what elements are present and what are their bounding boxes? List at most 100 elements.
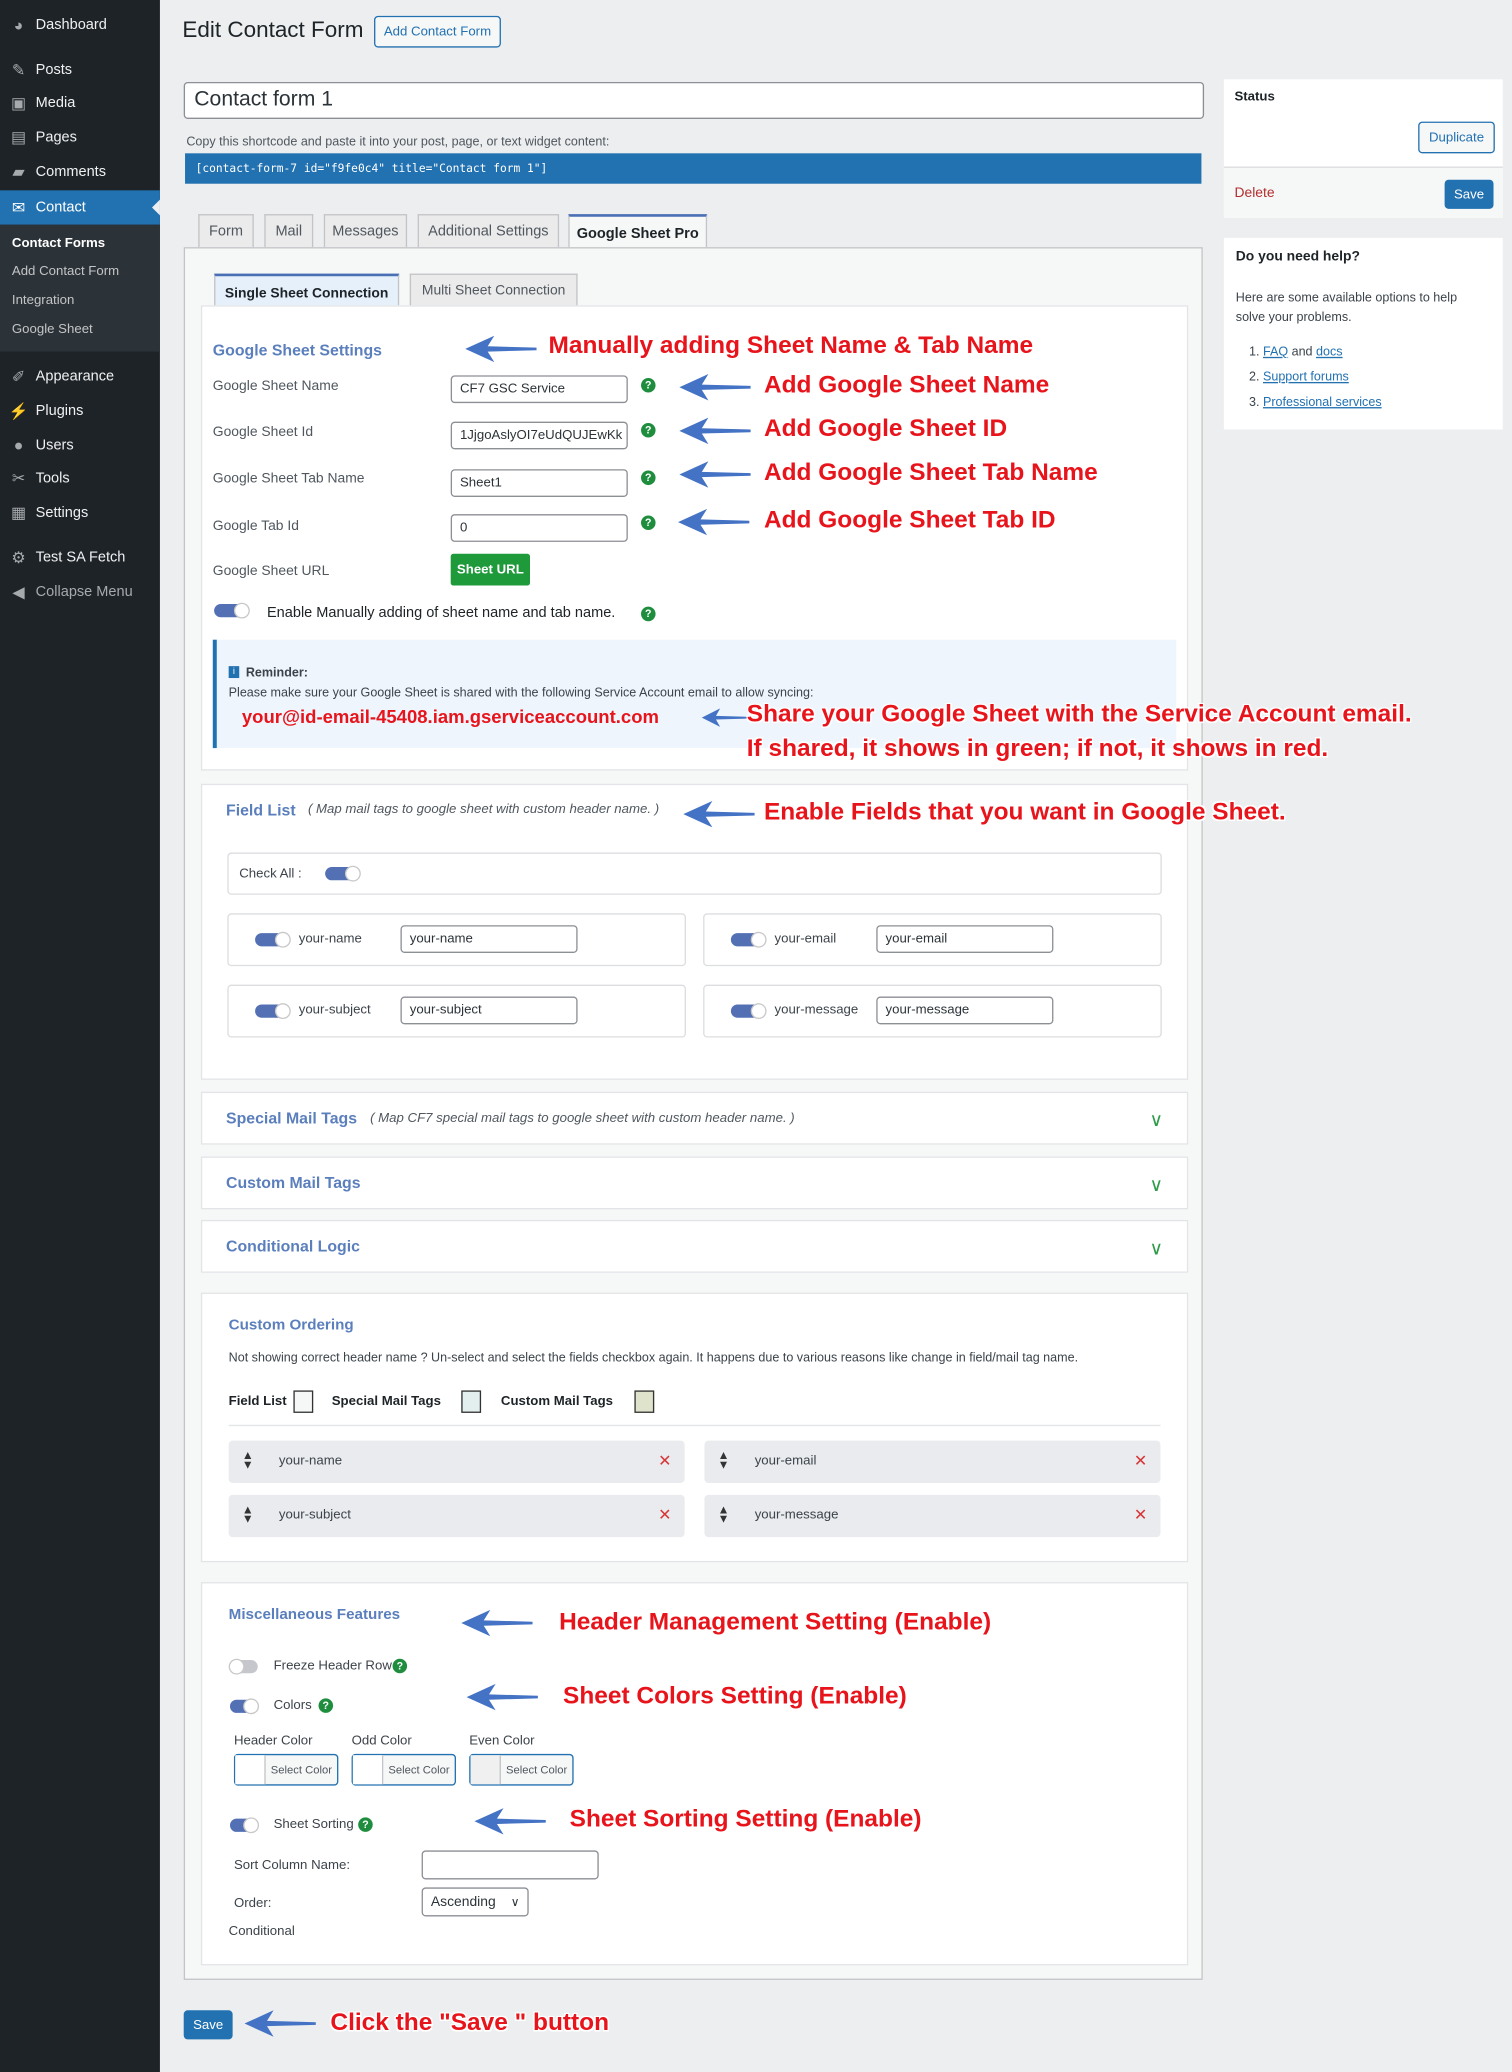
sidebar-item-posts[interactable]: ✎ Posts: [0, 53, 160, 87]
help-icon[interactable]: ?: [318, 1698, 334, 1713]
sidebar-item-appearance[interactable]: ✐ Appearance: [0, 360, 160, 394]
form-title-input[interactable]: Contact form 1: [183, 81, 1205, 119]
delete-link[interactable]: Delete: [1234, 185, 1274, 201]
tab-form[interactable]: Form: [198, 214, 254, 248]
support-forums-link[interactable]: Support forums: [1263, 370, 1349, 385]
order-select[interactable]: Ascending ∨: [421, 1887, 529, 1917]
tab-id-input[interactable]: 0: [450, 514, 628, 542]
help-icon[interactable]: ?: [641, 422, 656, 438]
sidebar-item-users[interactable]: ● Users: [0, 428, 160, 462]
remove-icon[interactable]: ✕: [1134, 1505, 1147, 1524]
sheet-id-input[interactable]: 1JjgoAslyOI7eUdQUJEwKk: [450, 421, 628, 450]
submenu-integration[interactable]: Integration: [12, 293, 74, 308]
field-header-input[interactable]: your-subject: [400, 996, 578, 1025]
docs-link[interactable]: docs: [1316, 345, 1343, 360]
sidebar-item-contact[interactable]: ✉ Contact: [0, 190, 160, 225]
sidebar-item-tools[interactable]: ✂ Tools: [0, 461, 160, 495]
manual-toggle[interactable]: [214, 602, 250, 619]
sidebar-item-comments[interactable]: ▰ Comments: [0, 155, 160, 189]
shortcode-field[interactable]: [contact-form-7 id="f9fe0c4" title="Cont…: [185, 153, 1202, 184]
save-button[interactable]: Save: [183, 2010, 233, 2040]
accordion-custom-mail-tags[interactable]: Custom Mail Tags ∨: [200, 1156, 1189, 1210]
drag-handle-icon[interactable]: ▲ ▼: [718, 1503, 730, 1524]
freeze-header-toggle[interactable]: [228, 1658, 258, 1675]
chevron-down-icon[interactable]: ∨: [1150, 1174, 1164, 1196]
field-toggle[interactable]: [255, 931, 291, 948]
arrow-left-icon: [244, 2010, 316, 2037]
sidebar-item-media[interactable]: ▣ Media: [0, 86, 160, 120]
order-item[interactable]: ▲ ▼ your-email ✕: [704, 1440, 1161, 1483]
help-box: Do you need help? Here are some availabl…: [1223, 237, 1503, 430]
status-footer: Delete Save: [1223, 166, 1503, 219]
odd-color-picker[interactable]: Select Color: [351, 1753, 456, 1786]
select-color-label: Select Color: [270, 1763, 332, 1777]
remove-icon[interactable]: ✕: [1134, 1451, 1147, 1470]
sort-column-input[interactable]: [421, 1850, 599, 1880]
duplicate-button[interactable]: Duplicate: [1418, 121, 1495, 154]
remove-icon[interactable]: ✕: [658, 1451, 671, 1470]
order-item[interactable]: ▲ ▼ your-subject ✕: [228, 1494, 685, 1538]
field-toggle[interactable]: [730, 931, 767, 948]
accordion-special-mail-tags[interactable]: Special Mail Tags ( Map CF7 special mail…: [200, 1091, 1189, 1145]
sidebar-item-test-sa-fetch[interactable]: ⚙ Test SA Fetch: [0, 541, 160, 575]
field-tag: your-message: [774, 1003, 859, 1018]
field-toggle[interactable]: [255, 1003, 291, 1020]
field-header-input[interactable]: your-message: [876, 996, 1054, 1025]
help-icon[interactable]: ?: [641, 606, 656, 622]
help-icon[interactable]: ?: [641, 470, 656, 486]
field-toggle[interactable]: [730, 1003, 767, 1020]
arrow-left-icon: [679, 417, 751, 445]
field-header-input[interactable]: your-name: [400, 925, 578, 953]
add-contact-form-button[interactable]: Add Contact Form: [374, 15, 501, 48]
legend-label: Custom Mail Tags: [500, 1394, 614, 1409]
faq-link[interactable]: FAQ: [1263, 345, 1288, 360]
accordion-title: Custom Mail Tags: [226, 1173, 361, 1193]
sidebar-item-pages[interactable]: ▤ Pages: [0, 120, 160, 154]
collapse-menu-button[interactable]: ◀ Collapse Menu: [0, 575, 160, 609]
field-list-hint: ( Map mail tags to google sheet with cus…: [307, 802, 660, 817]
colors-toggle[interactable]: [229, 1698, 260, 1715]
drag-handle-icon[interactable]: ▲ ▼: [718, 1449, 730, 1470]
header-color-picker[interactable]: Select Color: [233, 1753, 339, 1786]
admin-sidebar: ◕ Dashboard ✎ Posts ▣ Media ▤ Pages ▰ Comment…: [0, 0, 160, 2072]
order-item[interactable]: ▲ ▼ your-message ✕: [704, 1494, 1161, 1538]
accordion-conditional-logic[interactable]: Conditional Logic ∨: [200, 1219, 1189, 1273]
sheet-name-input[interactable]: CF7 GSC Service: [450, 375, 628, 404]
help-icon[interactable]: ?: [358, 1817, 373, 1832]
tab-additional-settings[interactable]: Additional Settings: [417, 214, 560, 248]
tab-name-input[interactable]: Sheet1: [450, 469, 628, 497]
field-header-input[interactable]: your-email: [876, 925, 1054, 953]
sheet-url-button[interactable]: Sheet URL: [450, 553, 531, 586]
submenu-add-contact-form[interactable]: Add Contact Form: [12, 264, 119, 279]
order-item-name: your-subject: [278, 1508, 351, 1523]
pin-icon: ✎: [11, 60, 26, 80]
subtab-single-sheet[interactable]: Single Sheet Connection: [214, 273, 400, 310]
sidebar-item-dashboard[interactable]: ◕ Dashboard: [0, 8, 160, 42]
drag-handle-icon[interactable]: ▲ ▼: [242, 1449, 254, 1470]
chevron-down-icon[interactable]: ∨: [1150, 1237, 1164, 1259]
sheet-sorting-toggle[interactable]: [229, 1817, 260, 1834]
help-icon[interactable]: ?: [641, 515, 656, 531]
help-icon[interactable]: ?: [392, 1658, 408, 1674]
chevron-down-icon[interactable]: ∨: [1150, 1109, 1164, 1131]
settings-icon: ▦: [11, 503, 27, 523]
sidebar-item-settings[interactable]: ▦ Settings: [0, 496, 160, 530]
sidebar-item-plugins[interactable]: ⚡ Plugins: [0, 394, 160, 428]
order-item[interactable]: ▲ ▼ your-name ✕: [228, 1440, 685, 1483]
submenu-google-sheet[interactable]: Google Sheet: [12, 322, 93, 337]
drag-handle-icon[interactable]: ▲ ▼: [242, 1503, 254, 1524]
submenu-contact-forms[interactable]: Contact Forms: [12, 237, 105, 252]
help-icon[interactable]: ?: [641, 378, 656, 393]
check-all-row: Check All :: [227, 852, 1162, 895]
even-color-picker[interactable]: Select Color: [469, 1753, 574, 1786]
tab-messages[interactable]: Messages: [323, 214, 408, 248]
tab-mail[interactable]: Mail: [264, 214, 314, 248]
professional-services-link[interactable]: Professional services: [1263, 395, 1382, 410]
wrench-icon: ✂: [11, 469, 26, 488]
sheet-name-label: Google Sheet Name: [212, 378, 339, 394]
remove-icon[interactable]: ✕: [658, 1505, 671, 1524]
subtab-multi-sheet[interactable]: Multi Sheet Connection: [409, 273, 578, 307]
tab-google-sheet-pro[interactable]: Google Sheet Pro: [568, 214, 708, 250]
check-all-toggle[interactable]: [325, 865, 361, 882]
sidebar-save-button[interactable]: Save: [1444, 179, 1494, 209]
